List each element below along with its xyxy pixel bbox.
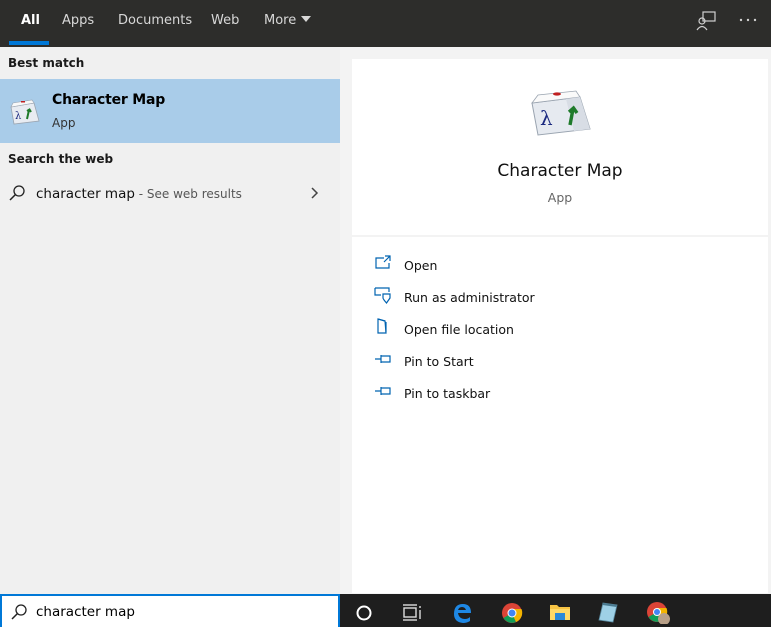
best-match-result[interactable]: λ Character Map App <box>0 79 340 143</box>
chevron-down-icon <box>301 16 312 22</box>
open-file-location-label: Open file location <box>404 322 514 337</box>
chevron-right-icon <box>311 187 319 199</box>
search-icon <box>11 604 27 620</box>
preview-title: Character Map <box>497 161 623 181</box>
run-as-admin-label: Run as administrator <box>404 290 535 305</box>
cortana-icon[interactable] <box>352 600 376 624</box>
tab-web[interactable]: Web <box>211 0 239 47</box>
open-action[interactable]: Open <box>352 249 768 281</box>
preview-subtitle: App <box>547 190 573 205</box>
more-options-icon[interactable] <box>736 10 762 32</box>
search-scope-bar: All Apps Documents Web More <box>0 0 771 47</box>
results-panel: Best match λ Character Map App Search th… <box>0 47 340 594</box>
pin-to-taskbar-label: Pin to taskbar <box>404 386 491 401</box>
character-map-large-icon: λ <box>531 90 591 136</box>
web-result-hint: - See web results <box>134 187 242 201</box>
search-web-heading: Search the web <box>8 152 114 166</box>
preview-actions: Open Run as administrator Open file loca… <box>352 237 768 593</box>
file-explorer-icon[interactable] <box>548 600 572 624</box>
chrome-icon[interactable] <box>500 600 524 624</box>
tab-all[interactable]: All <box>21 0 40 47</box>
search-icon <box>9 185 25 201</box>
search-box[interactable] <box>0 594 340 627</box>
svg-text:λ: λ <box>540 106 553 130</box>
chrome-profile-icon[interactable] <box>646 600 670 624</box>
taskbar <box>340 594 771 627</box>
active-tab-indicator <box>9 41 49 45</box>
tab-apps[interactable]: Apps <box>62 0 94 47</box>
character-map-icon: λ <box>10 99 40 125</box>
run-as-admin-action[interactable]: Run as administrator <box>352 281 768 313</box>
file-location-icon <box>377 318 387 334</box>
pin-to-start-label: Pin to Start <box>404 354 474 369</box>
search-input[interactable] <box>36 599 332 625</box>
web-result-text: character map - See web results <box>36 186 242 202</box>
best-match-subtitle: App <box>52 116 76 130</box>
tab-more-label: More <box>264 13 297 28</box>
pin-to-start-action[interactable]: Pin to Start <box>352 345 768 377</box>
feedback-icon[interactable] <box>694 10 720 32</box>
best-match-heading: Best match <box>8 56 85 70</box>
edge-icon[interactable] <box>450 600 474 624</box>
task-view-icon[interactable] <box>400 600 424 624</box>
web-result-query: character map <box>36 186 135 202</box>
open-icon <box>375 255 391 269</box>
app-preview-card: λ Character Map App <box>352 59 768 235</box>
svg-text:λ: λ <box>15 111 22 122</box>
pin-icon <box>375 355 391 363</box>
tab-more[interactable]: More <box>264 0 312 47</box>
run-as-admin-icon <box>374 287 391 304</box>
open-file-location-action[interactable]: Open file location <box>352 313 768 345</box>
web-result[interactable]: character map - See web results <box>0 177 340 211</box>
best-match-title: Character Map <box>52 92 166 108</box>
open-action-label: Open <box>404 258 438 273</box>
tab-documents[interactable]: Documents <box>118 0 192 47</box>
pin-icon <box>375 387 391 395</box>
pin-to-taskbar-action[interactable]: Pin to taskbar <box>352 377 768 409</box>
notepad-icon[interactable] <box>596 600 620 624</box>
